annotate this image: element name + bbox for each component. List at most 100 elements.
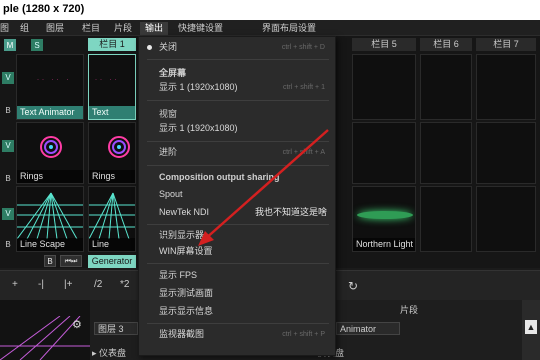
- line-scape-thumbnail: [89, 192, 135, 240]
- clip-label: Rings: [89, 170, 135, 183]
- clip-label: Northern Light: [353, 238, 415, 251]
- menu-item-label: 显示 1 (1920x1080): [159, 82, 238, 92]
- layer-video-toggle[interactable]: V: [2, 140, 14, 152]
- annotation-note: 我也不知道这是啥: [255, 207, 328, 217]
- menu-item-label: 进阶: [159, 147, 178, 157]
- menu-item-ndi[interactable]: NewTek NDI 我也不知道这是啥: [139, 205, 335, 220]
- menu-item-label: 监视器截图: [159, 329, 205, 339]
- menu-separator: [147, 141, 329, 142]
- clip-rings[interactable]: Rings: [16, 122, 84, 184]
- clip-label: Line Scape: [17, 238, 83, 251]
- clip-panel-header: 片段: [400, 305, 419, 315]
- clip-thumbnail: ·· ·· ·: [37, 77, 72, 83]
- menu-bar: 图 组 图层 栏目 片段 输出 快捷键设置 界面布局设置: [0, 20, 540, 36]
- column-header-6[interactable]: 栏目 6: [420, 38, 472, 51]
- menu-separator: [147, 59, 329, 60]
- bullet-icon: [147, 45, 152, 50]
- empty-clip-slot[interactable]: [352, 122, 416, 184]
- clip-text-animator-selected[interactable]: ·· ·· Text Animat: [88, 54, 136, 120]
- add-button[interactable]: +: [12, 279, 18, 290]
- menu-separator: [147, 224, 329, 225]
- empty-clip-slot[interactable]: [476, 54, 536, 120]
- menu-separator: [147, 100, 329, 101]
- column-header-1[interactable]: 栏目 1: [88, 38, 136, 51]
- window-heading: 视窗: [159, 109, 178, 119]
- column-bypass-tag[interactable]: B: [44, 255, 56, 267]
- clip-northern-light[interactable]: Northern Light: [352, 186, 416, 252]
- clip-text-animator[interactable]: ·· ·· · Text Animator: [16, 54, 84, 120]
- menu-view[interactable]: 图: [0, 22, 9, 35]
- menu-item-label: 显示 1 (1920x1080): [159, 123, 238, 133]
- menu-item-label: 显示显示信息: [159, 306, 214, 316]
- clip-label: Text Animat: [89, 106, 135, 119]
- menu-item-label: 关闭: [159, 42, 178, 52]
- empty-clip-slot[interactable]: [476, 122, 536, 184]
- loop-icon[interactable]: ↻: [348, 279, 358, 293]
- preview-panel: ⚙: [0, 300, 90, 360]
- menu-item-show-test-card[interactable]: 显示测试画面: [139, 286, 335, 301]
- trim-right-button[interactable]: |+: [64, 279, 72, 290]
- line-scape-thumbnail: [17, 192, 83, 240]
- trim-left-button[interactable]: -|: [38, 279, 44, 290]
- layer-bypass-toggle[interactable]: B: [2, 240, 14, 249]
- menu-output[interactable]: 输出: [140, 22, 169, 35]
- menu-layer[interactable]: 图层: [46, 22, 64, 35]
- menu-separator: [147, 323, 329, 324]
- clip-line-scape[interactable]: Line Scape: [88, 186, 136, 252]
- clip-label: Text Animator: [17, 106, 83, 119]
- northern-light-thumbnail: [357, 211, 413, 219]
- layer-bypass-toggle[interactable]: B: [2, 174, 14, 183]
- double-speed-button[interactable]: *2: [120, 279, 129, 290]
- menu-clip[interactable]: 片段: [114, 22, 132, 35]
- solo-tag[interactable]: S: [31, 39, 43, 51]
- shortcut-text: ctrl + shift + A: [282, 149, 325, 156]
- shortcut-text: ctrl + shift + D: [281, 44, 325, 51]
- scroll-panel: ▲: [522, 300, 540, 360]
- menu-item-show-display-info[interactable]: 显示显示信息: [139, 304, 335, 319]
- empty-clip-slot[interactable]: [420, 122, 472, 184]
- layer-video-toggle[interactable]: V: [2, 208, 14, 220]
- layer-name-field[interactable]: 图层 3: [94, 322, 138, 335]
- menu-item-identify-displays[interactable]: 识别显示器: [139, 228, 335, 243]
- sharing-heading: Composition output sharing: [159, 172, 280, 182]
- empty-clip-slot[interactable]: [420, 54, 472, 120]
- menu-item-show-fps[interactable]: 显示 FPS: [139, 268, 335, 283]
- skip-buttons[interactable]: ⏮⏭: [60, 255, 82, 267]
- empty-clip-slot[interactable]: [476, 186, 536, 252]
- layer-video-toggle[interactable]: V: [2, 72, 14, 84]
- empty-clip-slot[interactable]: [420, 186, 472, 252]
- master-tag[interactable]: M: [4, 39, 16, 51]
- menu-item-fullscreen-display-1[interactable]: 显示 1 (1920x1080) ctrl + shift + 1: [139, 80, 335, 95]
- menu-item-monitor-capture[interactable]: 监视器截图 ctrl + shift + P: [139, 327, 335, 342]
- clip-rings[interactable]: Rings: [88, 122, 136, 184]
- menu-group[interactable]: 组: [20, 22, 29, 35]
- menu-layout[interactable]: 界面布局设置: [262, 22, 316, 35]
- menu-item-win-screen-settings[interactable]: WIN屏幕设置: [139, 244, 335, 259]
- clip-name-field[interactable]: Animator: [336, 322, 400, 335]
- menu-item-label: Spout: [159, 189, 183, 199]
- shortcut-text: ctrl + shift + P: [282, 331, 325, 338]
- menu-shortcuts[interactable]: 快捷键设置: [178, 22, 223, 35]
- menu-item-window-display-1[interactable]: 显示 1 (1920x1080): [139, 121, 335, 136]
- menu-separator: [147, 263, 329, 264]
- menu-item-advanced[interactable]: 进阶 ctrl + shift + A: [139, 145, 335, 160]
- menu-item-label: 显示 FPS: [159, 270, 198, 280]
- clip-label: Rings: [17, 170, 83, 183]
- empty-clip-slot[interactable]: [352, 54, 416, 120]
- half-speed-button[interactable]: /2: [94, 279, 102, 290]
- menu-separator: [147, 165, 329, 166]
- menu-item-spout[interactable]: Spout: [139, 187, 335, 202]
- clip-line-scape[interactable]: Line Scape: [16, 186, 84, 252]
- column-header-5[interactable]: 栏目 5: [352, 38, 416, 51]
- menu-item-close[interactable]: 关闭 ctrl + shift + D: [139, 40, 335, 55]
- generator-button[interactable]: Generator: [88, 255, 136, 268]
- menu-item-label: WIN屏幕设置: [159, 246, 213, 256]
- dashboard-label: 仪表盘: [99, 348, 127, 358]
- column-header-7[interactable]: 栏目 7: [476, 38, 536, 51]
- menu-item-label: NewTek NDI: [159, 207, 210, 217]
- menu-column[interactable]: 栏目: [82, 22, 100, 35]
- layer-bypass-toggle[interactable]: B: [2, 106, 14, 115]
- up-arrow-icon[interactable]: ▲: [525, 320, 537, 334]
- gear-icon[interactable]: ⚙: [72, 318, 82, 331]
- output-dropdown-menu: 关闭 ctrl + shift + D 全屏幕 显示 1 (1920x1080)…: [138, 36, 336, 356]
